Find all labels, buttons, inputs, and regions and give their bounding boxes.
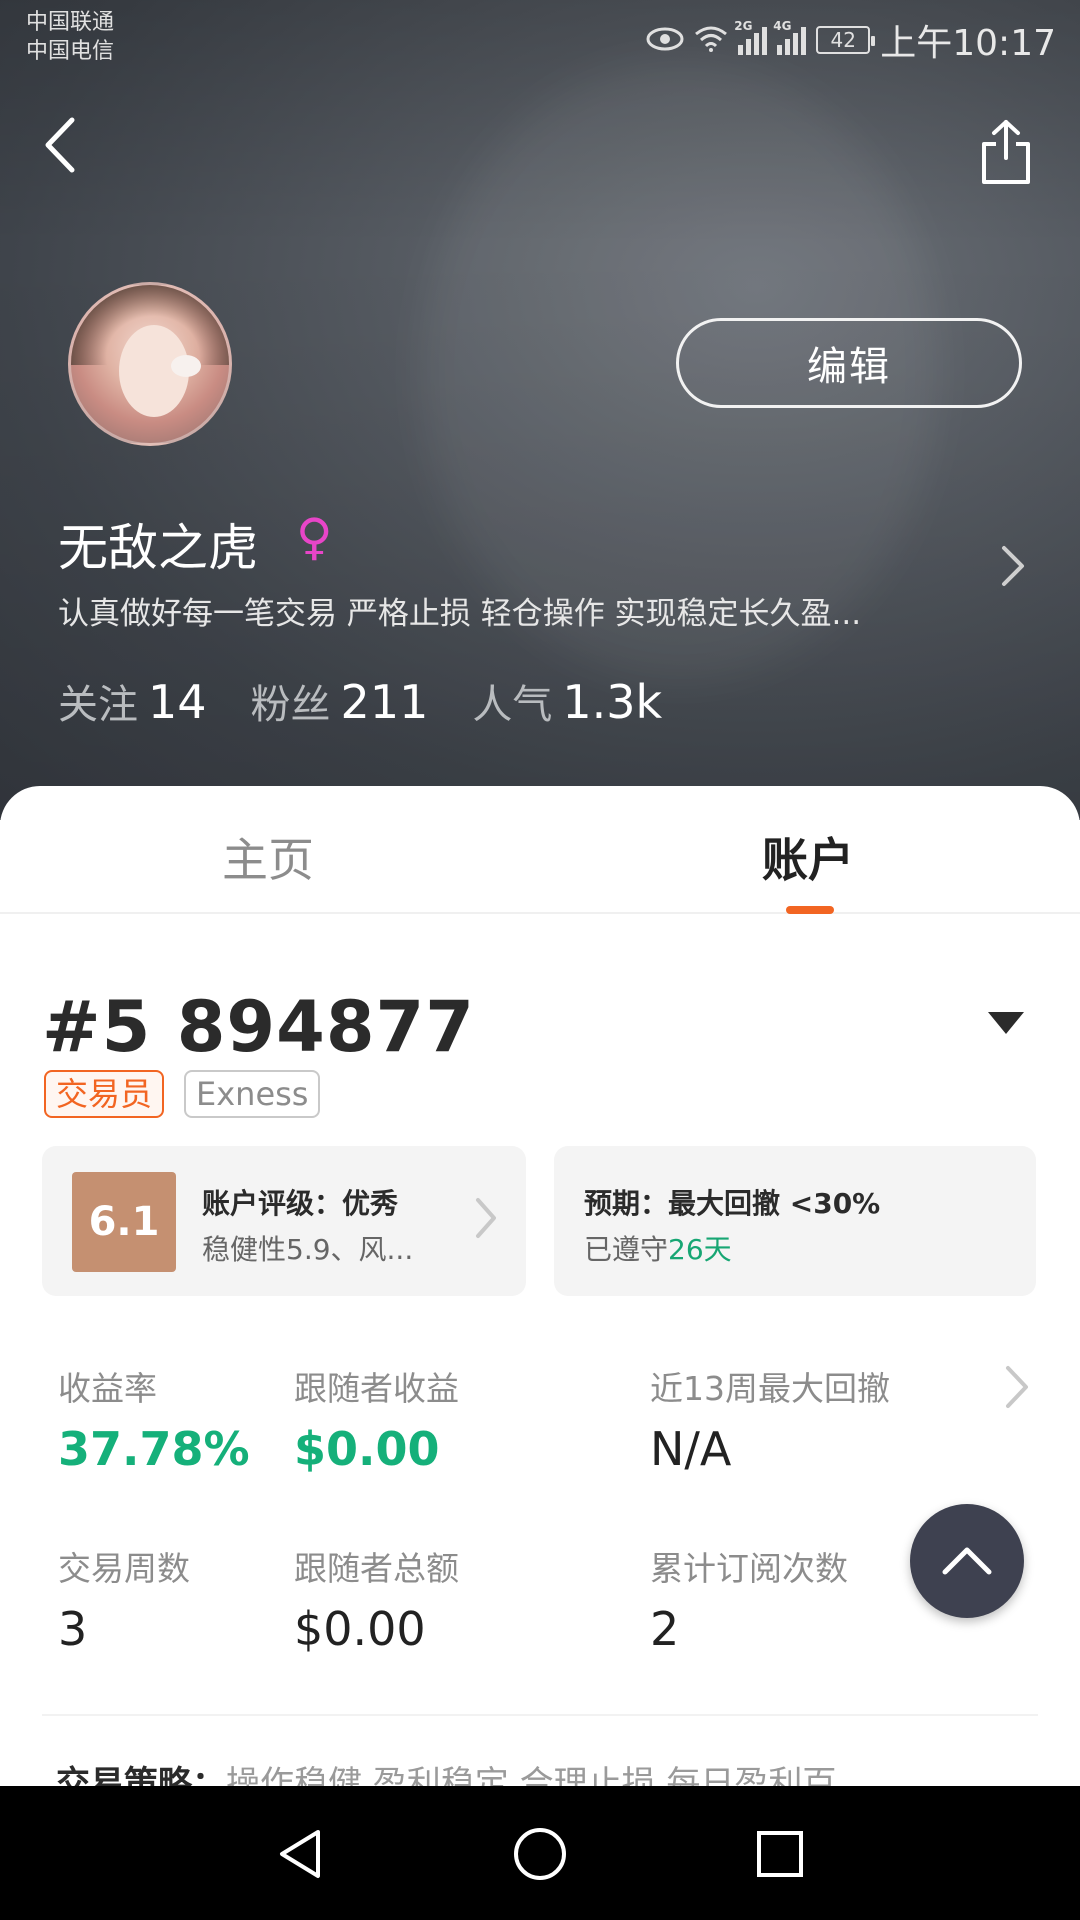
- active-tab-indicator: [786, 906, 834, 914]
- signal-2g-icon: 2G: [734, 19, 768, 55]
- account-rating-card[interactable]: 6.1 账户评级：优秀 稳健性5.9、风...: [42, 1146, 526, 1296]
- nav-back-button[interactable]: [270, 1824, 330, 1884]
- share-icon: [982, 120, 1030, 184]
- triangle-back-icon: [280, 1830, 320, 1878]
- metric-subscription-count: 累计订阅次数 2: [650, 1549, 848, 1656]
- stat-label: 粉丝: [250, 682, 331, 728]
- stat-following[interactable]: 关注 14: [58, 672, 207, 730]
- status-bar: 中国联通 中国电信 2G 4G 42 上午10:17: [0, 0, 1080, 72]
- clock: 上午10:17: [880, 23, 1056, 64]
- carrier-info: 中国联通 中国电信: [26, 8, 114, 66]
- stat-followers[interactable]: 粉丝 211: [251, 672, 429, 730]
- battery-icon: 42: [816, 26, 876, 54]
- stat-popularity: 人气 1.3k: [472, 672, 662, 730]
- status-icons: 2G 4G 42 上午10:17: [646, 14, 1056, 66]
- scroll-to-top-button[interactable]: [910, 1504, 1024, 1618]
- stat-value: 14: [148, 675, 207, 729]
- back-button[interactable]: [30, 110, 100, 180]
- kept-days: 26天: [668, 1233, 732, 1266]
- account-number: #5 894877: [42, 986, 475, 1068]
- metric-max-drawdown[interactable]: 近13周最大回撤 N/A: [650, 1362, 890, 1476]
- metric-trading-weeks: 交易周数 3: [58, 1549, 190, 1656]
- square-recents-icon: [757, 1831, 803, 1877]
- system-navigation-bar: [0, 1786, 1080, 1920]
- carrier-2: 中国电信: [26, 39, 115, 64]
- nav-recents-button[interactable]: [750, 1824, 810, 1884]
- female-gender-icon: ♀: [296, 508, 333, 566]
- tab-home[interactable]: 主页: [222, 824, 314, 890]
- user-bio[interactable]: 认真做好每一笔交易 严格止损 轻仓操作 实现稳定长久盈...: [58, 588, 958, 633]
- metric-follower-profit: 跟随者收益 $0.00: [294, 1369, 459, 1476]
- rating-subtitle: 稳健性5.9、风...: [202, 1233, 414, 1266]
- circle-home-icon: [514, 1828, 566, 1880]
- tab-bar: 主页 账户: [0, 786, 1080, 914]
- broker-tag: Exness: [184, 1070, 321, 1118]
- chevron-up-icon: [942, 1547, 992, 1575]
- metric-return-rate: 收益率 37.78%: [58, 1369, 250, 1476]
- stat-label: 关注: [58, 682, 138, 728]
- back-arrow-icon: [45, 117, 75, 173]
- edit-profile-button[interactable]: 编辑: [676, 318, 1022, 408]
- stat-value: 211: [340, 675, 429, 729]
- chevron-right-icon: [474, 1196, 498, 1240]
- rating-title: 账户评级：优秀: [202, 1187, 399, 1220]
- drawdown-chevron-right-icon[interactable]: [1004, 1364, 1030, 1410]
- rating-score-badge: 6.1: [72, 1172, 176, 1272]
- wifi-icon: [694, 20, 728, 61]
- signal-4g-icon: 4G: [773, 19, 807, 55]
- carrier-1: 中国联通: [26, 10, 115, 35]
- stat-label: 人气: [472, 682, 553, 728]
- metric-follower-total: 跟随者总额 $0.00: [294, 1549, 459, 1656]
- expectation-title: 预期：最大回撤 <30%: [584, 1187, 881, 1220]
- profile-chevron-right-icon[interactable]: [998, 544, 1028, 588]
- share-button[interactable]: [976, 118, 1036, 186]
- profile-stats: 关注 14 粉丝 211 人气 1.3k: [58, 672, 662, 730]
- user-name: 无敌之虎: [58, 519, 258, 577]
- content-sheet: 主页 账户 #5 894877 交易员 Exness 6.1 账户评级：优秀 稳…: [0, 786, 1080, 1804]
- account-dropdown-icon[interactable]: [986, 1010, 1026, 1036]
- tab-account[interactable]: 账户: [762, 824, 854, 890]
- nav-home-button[interactable]: [510, 1824, 570, 1884]
- expectation-kept: 已遵守26天: [584, 1233, 732, 1266]
- expectation-card[interactable]: 预期：最大回撤 <30% 已遵守26天: [554, 1146, 1036, 1296]
- eye-comfort-icon: [646, 20, 684, 61]
- divider: [42, 1714, 1038, 1716]
- avatar[interactable]: [68, 282, 232, 446]
- stat-value: 1.3k: [562, 675, 663, 729]
- trader-tag: 交易员: [44, 1070, 165, 1118]
